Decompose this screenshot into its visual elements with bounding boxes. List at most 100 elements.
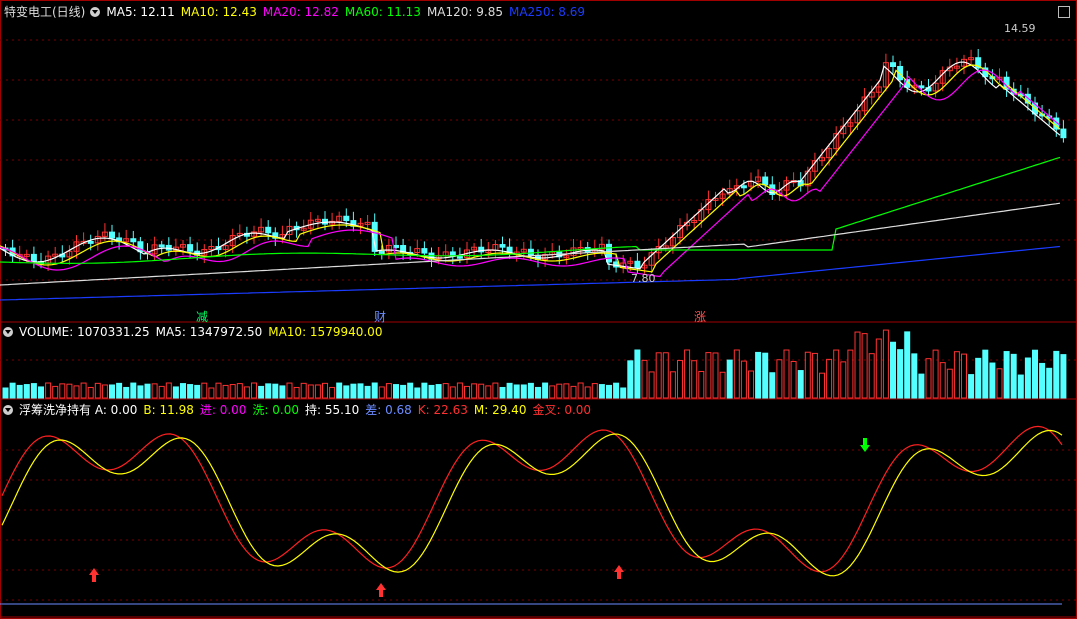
volume-bar	[449, 386, 456, 399]
ma120-line	[0, 202, 1061, 286]
volume-bar	[478, 383, 485, 399]
volume-bar	[329, 386, 336, 399]
volume-bar	[861, 333, 868, 399]
volume-bar	[598, 384, 605, 399]
volume-bar	[258, 385, 265, 399]
volume-bar	[556, 383, 563, 399]
main-panel-header: 特变电工(日线) MA5: 12.11 MA10: 12.43 MA20: 12.82…	[0, 4, 597, 20]
volume-bar	[222, 384, 229, 399]
volume-bar	[996, 368, 1003, 399]
volume-bar	[1046, 367, 1053, 399]
volume-bar	[9, 382, 16, 399]
volume-bar	[932, 349, 939, 399]
ma-value-4: MA120: 9.85	[426, 5, 503, 19]
candle-body	[87, 240, 94, 244]
volume-bar	[272, 383, 279, 399]
chart-border	[0, 0, 1077, 619]
candle-body	[343, 215, 350, 222]
volume-bar	[414, 387, 421, 399]
event-marker-finance[interactable]: 财	[374, 308, 386, 325]
volume-bar	[59, 383, 66, 399]
dropdown-icon[interactable]	[3, 405, 13, 415]
volume-bar	[961, 353, 967, 399]
volume-bar	[783, 349, 790, 399]
event-marker-rise[interactable]: 涨	[694, 308, 706, 325]
moving-average-lines	[0, 61, 1061, 301]
candle-body	[613, 261, 620, 268]
volume-bar	[180, 383, 186, 399]
dropdown-icon[interactable]	[90, 7, 101, 17]
volume-bar	[918, 373, 925, 399]
volume-bar	[23, 384, 30, 399]
volume-bar	[705, 352, 712, 399]
volume-bar	[968, 374, 975, 399]
dropdown-icon[interactable]	[3, 327, 13, 337]
volume-bar	[38, 386, 44, 399]
volume-bar	[726, 359, 733, 399]
volume-bar	[350, 383, 357, 399]
volume-bar	[208, 387, 215, 399]
volume-bar	[187, 384, 194, 399]
volume-bar	[1010, 353, 1017, 399]
ma-indicator-values: MA5: 12.11 MA10: 12.43 MA20: 12.82 MA60: 11…	[106, 5, 591, 19]
volume-bar	[904, 331, 911, 399]
volume-bar	[627, 360, 634, 399]
volume-bar	[343, 385, 350, 399]
volume-bar	[740, 360, 747, 399]
volume-bar	[201, 382, 208, 399]
high-price-label: 14.59	[1004, 22, 1036, 35]
volume-bar	[982, 349, 989, 399]
indicator-value-8: 金叉: 0.00	[532, 403, 592, 417]
volume-bar	[776, 359, 783, 399]
volume-bar	[527, 382, 534, 399]
volume-bar	[684, 349, 691, 399]
volume-bar	[975, 357, 982, 399]
volume-bar	[499, 386, 506, 399]
volume-bar	[840, 361, 847, 399]
volume-bar	[66, 383, 73, 399]
indicator-value-5: 差: 0.68	[365, 403, 412, 417]
volume-bar	[677, 359, 683, 399]
candle-body	[1060, 128, 1067, 139]
volume-bar	[733, 349, 740, 399]
volume-bar	[364, 385, 371, 399]
volume-bar	[52, 385, 59, 399]
volume-bar	[101, 384, 108, 399]
candle-body	[30, 253, 37, 263]
ma-value-3: MA60: 11.13	[344, 5, 421, 19]
volume-bar	[769, 372, 776, 399]
volume-bar	[1017, 374, 1024, 399]
volume-bar	[151, 383, 158, 399]
indicator-lines	[0, 425, 1063, 605]
volume-bar	[293, 386, 300, 399]
volume-bar	[570, 385, 577, 399]
volume-bar	[236, 383, 243, 399]
ma10-line	[0, 64, 1061, 273]
volume-bar	[45, 382, 52, 399]
volume-bar	[165, 382, 172, 399]
volume-bar	[116, 382, 123, 399]
volume-bar	[407, 382, 414, 399]
stock-title[interactable]: 特变电工(日线)	[4, 5, 85, 19]
volume-bar	[251, 382, 257, 399]
volume-bar	[648, 371, 655, 399]
volume-bar	[322, 382, 328, 399]
volume-bar	[229, 384, 236, 399]
volume-bar	[30, 383, 37, 399]
candle-body	[187, 244, 194, 252]
restore-icon[interactable]	[1058, 6, 1070, 18]
volume-value-0: VOLUME: 1070331.25	[19, 325, 150, 339]
event-marker-reduce[interactable]: 减	[196, 308, 208, 325]
candle-body	[130, 238, 137, 243]
indicator-value-7: M: 29.40	[473, 403, 527, 417]
stock-chart-canvas[interactable]	[0, 0, 1077, 619]
candle-body	[421, 248, 428, 254]
m-line	[1, 429, 1063, 577]
volume-bar	[130, 382, 137, 399]
volume-bar	[691, 360, 698, 399]
sell-arrow-icon	[860, 438, 870, 452]
buy-arrow-icon	[376, 583, 386, 597]
volume-bar	[939, 362, 946, 399]
volume-bar	[719, 371, 726, 399]
indicator-value-4: 持: 55.10	[305, 403, 360, 417]
